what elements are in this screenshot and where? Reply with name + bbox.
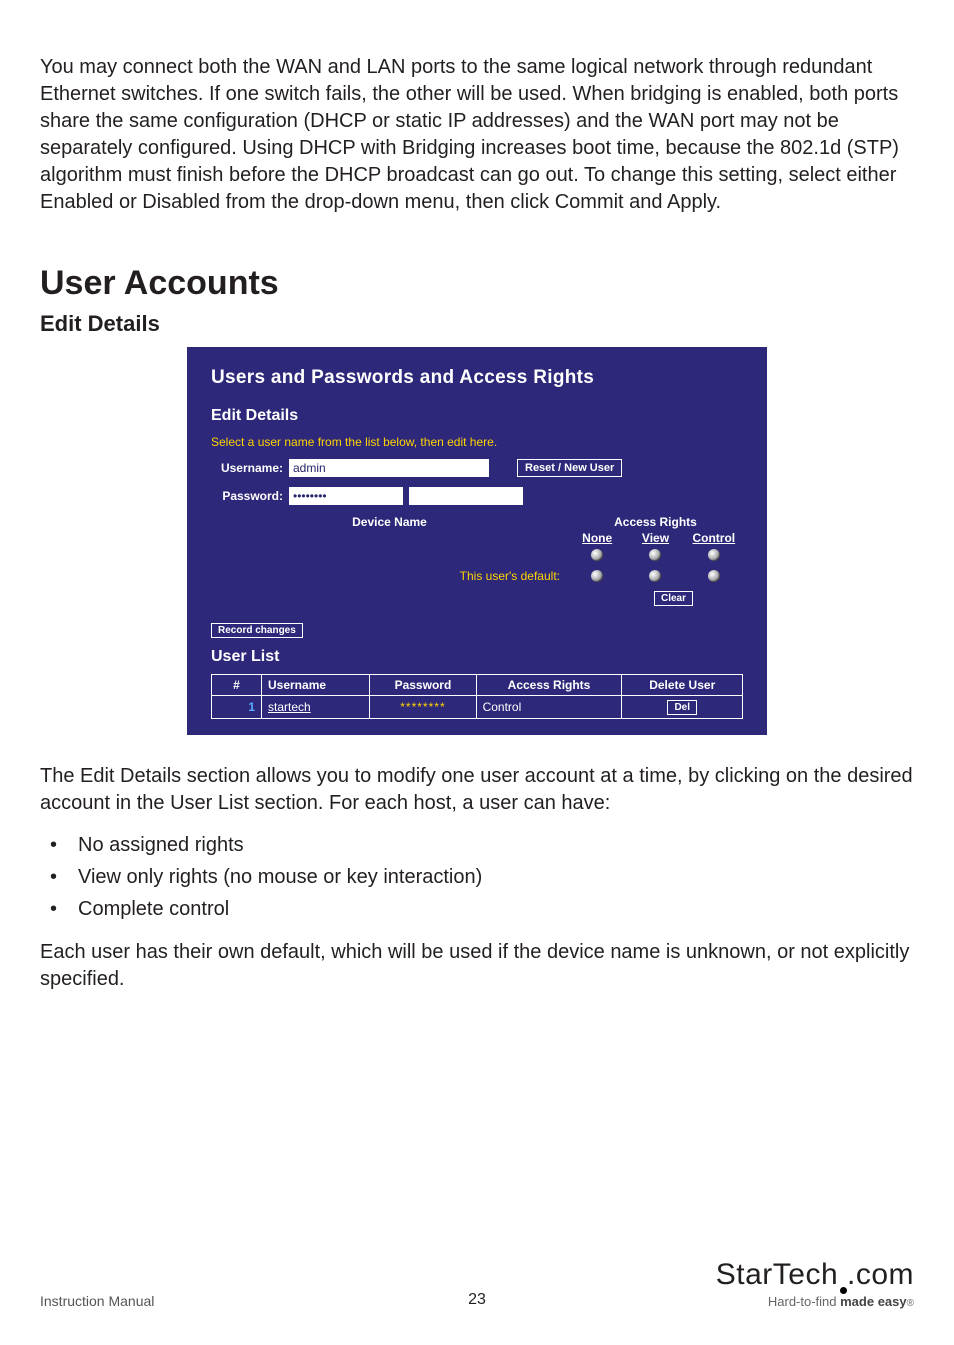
- userlist-col-num: #: [212, 675, 262, 696]
- record-changes-button[interactable]: Record changes: [211, 623, 303, 638]
- password-label: Password:: [211, 489, 289, 503]
- footer-page-number: 23: [468, 1291, 486, 1309]
- panel-title: Users and Passwords and Access Rights: [211, 367, 743, 389]
- this-users-default-label: This user's default:: [211, 569, 568, 583]
- rights-col-none: None: [568, 531, 626, 545]
- radio-none-default[interactable]: [591, 570, 603, 582]
- userlist-col-delete: Delete User: [622, 675, 743, 696]
- list-item: No assigned rights: [50, 829, 914, 861]
- user-row-delete-cell: Del: [622, 696, 743, 719]
- brand-name-a: StarTech: [716, 1258, 838, 1291]
- brand-logo: StarTech .com Hard-to-find made easy®: [716, 1258, 914, 1309]
- radio-view-default[interactable]: [649, 570, 661, 582]
- tagline-b: made easy: [840, 1294, 907, 1309]
- device-name-header: Device Name: [211, 515, 568, 545]
- radio-control-row1[interactable]: [708, 549, 720, 561]
- list-item: View only rights (no mouse or key intera…: [50, 861, 914, 893]
- access-rights-header: Access Rights: [568, 515, 743, 529]
- username-input[interactable]: [289, 459, 489, 477]
- user-row-num: 1: [212, 696, 262, 719]
- user-list-table: # Username Password Access Rights Delete…: [211, 674, 743, 719]
- user-list-title: User List: [211, 648, 743, 666]
- rights-bullet-list: No assigned rights View only rights (no …: [40, 829, 914, 925]
- intro-paragraph: You may connect both the WAN and LAN por…: [40, 54, 914, 216]
- userlist-col-password: Password: [370, 675, 476, 696]
- username-label: Username:: [211, 461, 289, 475]
- user-row-username-link[interactable]: startech: [262, 696, 370, 719]
- subheading-edit-details: Edit Details: [40, 311, 914, 337]
- rights-col-view: View: [626, 531, 684, 545]
- panel-instruction: Select a user name from the list below, …: [211, 435, 743, 449]
- table-row: 1 startech ******** Control Del: [212, 696, 743, 719]
- access-rights-grid: Device Name Access Rights None View Cont…: [211, 515, 743, 606]
- userlist-col-access: Access Rights: [476, 675, 622, 696]
- access-rights-panel: Users and Passwords and Access Rights Ed…: [187, 347, 767, 735]
- password-input[interactable]: [289, 487, 403, 505]
- user-row-password: ********: [370, 696, 476, 719]
- edit-details-description: The Edit Details section allows you to m…: [40, 763, 914, 817]
- brand-name-b: .com: [847, 1258, 914, 1291]
- closing-paragraph: Each user has their own default, which w…: [40, 939, 914, 993]
- delete-user-button[interactable]: Del: [667, 700, 697, 715]
- reset-new-user-button[interactable]: Reset / New User: [517, 459, 622, 477]
- panel-subtitle: Edit Details: [211, 407, 743, 425]
- radio-view-row1[interactable]: [649, 549, 661, 561]
- registered-icon: ®: [907, 1298, 914, 1309]
- page-footer: Instruction Manual 23 StarTech .com Hard…: [40, 1258, 914, 1309]
- footer-doc-label: Instruction Manual: [40, 1293, 154, 1309]
- radio-none-row1[interactable]: [591, 549, 603, 561]
- tagline-a: Hard-to-find: [768, 1294, 840, 1309]
- rights-col-control: Control: [685, 531, 743, 545]
- userlist-col-username: Username: [262, 675, 370, 696]
- section-heading-user-accounts: User Accounts: [40, 264, 914, 303]
- list-item: Complete control: [50, 893, 914, 925]
- brand-dot-icon: [838, 1258, 847, 1292]
- clear-button[interactable]: Clear: [654, 591, 693, 606]
- password-confirm-input[interactable]: [409, 487, 523, 505]
- user-row-access: Control: [476, 696, 622, 719]
- radio-control-default[interactable]: [708, 570, 720, 582]
